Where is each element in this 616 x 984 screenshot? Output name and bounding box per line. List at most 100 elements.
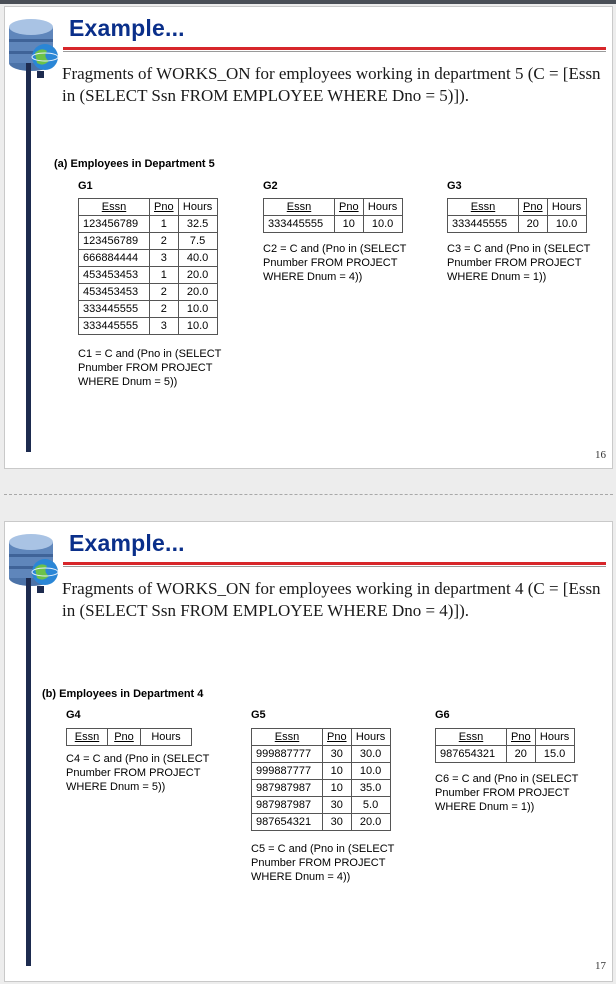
title-rule <box>63 47 606 50</box>
page-number: 16 <box>595 449 606 461</box>
slide-17: Example... Fragments of WORKS_ON for emp… <box>4 521 613 982</box>
fragment-condition-g3: C3 = C and (Pno in (SELECT Pnumber FROM … <box>447 243 591 283</box>
pno-cell: 10 <box>322 762 352 780</box>
column-header: Hours <box>177 198 218 216</box>
fragment-label-g5: G5 <box>251 709 266 721</box>
column-header: Pno <box>149 198 179 216</box>
table-row: 333445555 20 10.0 <box>447 215 587 233</box>
table-row: 333445555 3 10.0 <box>78 317 218 335</box>
fragment-condition-g4: C4 = C and (Pno in (SELECT Pnumber FROM … <box>66 753 210 793</box>
fragment-condition-g6: C6 = C and (Pno in (SELECT Pnumber FROM … <box>435 773 579 813</box>
fragment-label-g1: G1 <box>78 180 93 192</box>
pno-cell: 20 <box>518 215 548 233</box>
fragment-table-g2: Essn Pno Hours 333445555 10 10.0 <box>263 198 403 233</box>
pno-cell: 30 <box>322 796 352 814</box>
essn-cell: 666884444 <box>78 249 150 267</box>
pno-cell: 10 <box>322 779 352 797</box>
accent-bar <box>26 578 31 966</box>
table-row: 999887777 10 10.0 <box>251 762 391 780</box>
hours-cell: 20.0 <box>350 813 391 831</box>
table-row: 987654321 30 20.0 <box>251 813 391 831</box>
database-globe-icon <box>9 534 59 586</box>
hours-cell: 20.0 <box>177 283 218 301</box>
table-row: 987987987 30 5.0 <box>251 796 391 814</box>
column-header: Hours <box>350 728 391 746</box>
essn-cell: 987654321 <box>435 745 507 763</box>
pno-cell: 1 <box>149 215 179 233</box>
essn-cell: 333445555 <box>263 215 335 233</box>
column-header: Hours <box>140 728 192 746</box>
column-header: Essn <box>447 198 519 216</box>
title-rule <box>63 562 606 565</box>
table-row: 123456789 1 32.5 <box>78 215 218 233</box>
essn-cell: 987987987 <box>251 779 323 797</box>
essn-cell: 453453453 <box>78 283 150 301</box>
fragment-table-g4: Essn Pno Hours <box>66 728 192 746</box>
pno-cell: 3 <box>149 249 179 267</box>
pno-cell: 3 <box>149 317 179 335</box>
column-header: Essn <box>78 198 150 216</box>
column-header: Hours <box>546 198 587 216</box>
essn-cell: 333445555 <box>78 317 150 335</box>
column-header: Essn <box>251 728 323 746</box>
fragment-condition-g5: C5 = C and (Pno in (SELECT Pnumber FROM … <box>251 843 395 883</box>
figure-label: (a) Employees in Department 5 <box>54 158 215 170</box>
essn-cell: 123456789 <box>78 215 150 233</box>
fragment-table-g1: Essn Pno Hours 123456789 1 32.5 123456789 2… <box>78 198 218 335</box>
table-row: 987654321 20 15.0 <box>435 745 575 763</box>
hours-cell: 40.0 <box>177 249 218 267</box>
fragment-table-g6: Essn Pno Hours 987654321 20 15.0 <box>435 728 575 763</box>
hours-cell: 10.0 <box>362 215 403 233</box>
hours-cell: 15.0 <box>534 745 575 763</box>
essn-cell: 987654321 <box>251 813 323 831</box>
essn-cell: 999887777 <box>251 745 323 763</box>
essn-cell: 987987987 <box>251 796 323 814</box>
fragment-table-g5: Essn Pno Hours 999887777 30 30.0 999887777… <box>251 728 391 831</box>
fragment-condition-g1: C1 = C and (Pno in (SELECT Pnumber FROM … <box>78 348 222 388</box>
hours-cell: 10.0 <box>350 762 391 780</box>
figure-label: (b) Employees in Department 4 <box>42 688 204 700</box>
essn-cell: 453453453 <box>78 266 150 284</box>
bullet-text: Fragments of WORKS_ON for employees work… <box>62 64 601 105</box>
slide-divider <box>4 494 613 495</box>
pno-cell: 2 <box>149 300 179 318</box>
column-header: Pno <box>334 198 364 216</box>
title-rule-shadow <box>63 51 606 52</box>
hours-cell: 20.0 <box>177 266 218 284</box>
table-row: 987987987 10 35.0 <box>251 779 391 797</box>
table-row: 333445555 2 10.0 <box>78 300 218 318</box>
pno-cell: 10 <box>334 215 364 233</box>
table-row: 999887777 30 30.0 <box>251 745 391 763</box>
table-row: 123456789 2 7.5 <box>78 232 218 250</box>
column-header: Essn <box>435 728 507 746</box>
pno-cell: 1 <box>149 266 179 284</box>
column-header: Hours <box>362 198 403 216</box>
hours-cell: 32.5 <box>177 215 218 233</box>
bullet-text: Fragments of WORKS_ON for employees work… <box>62 579 601 620</box>
hours-cell: 35.0 <box>350 779 391 797</box>
essn-cell: 123456789 <box>78 232 150 250</box>
essn-cell: 999887777 <box>251 762 323 780</box>
column-header: Pno <box>322 728 352 746</box>
pno-cell: 2 <box>149 283 179 301</box>
table-row: 453453453 1 20.0 <box>78 266 218 284</box>
table-row: 666884444 3 40.0 <box>78 249 218 267</box>
bullet-marker <box>37 71 44 78</box>
hours-cell: 10.0 <box>177 317 218 335</box>
hours-cell: 10.0 <box>546 215 587 233</box>
accent-bar <box>26 63 31 452</box>
hours-cell: 30.0 <box>350 745 391 763</box>
fragment-label-g4: G4 <box>66 709 81 721</box>
pno-cell: 30 <box>322 813 352 831</box>
essn-cell: 333445555 <box>78 300 150 318</box>
slide-16: Example... Fragments of WORKS_ON for emp… <box>4 6 613 469</box>
column-header: Essn <box>66 728 108 746</box>
column-header: Essn <box>263 198 335 216</box>
fragment-label-g2: G2 <box>263 180 278 192</box>
fragment-label-g3: G3 <box>447 180 462 192</box>
column-header: Hours <box>534 728 575 746</box>
pno-cell: 30 <box>322 745 352 763</box>
table-row: 453453453 2 20.0 <box>78 283 218 301</box>
table-row: 333445555 10 10.0 <box>263 215 403 233</box>
window-top-bar <box>0 0 616 4</box>
